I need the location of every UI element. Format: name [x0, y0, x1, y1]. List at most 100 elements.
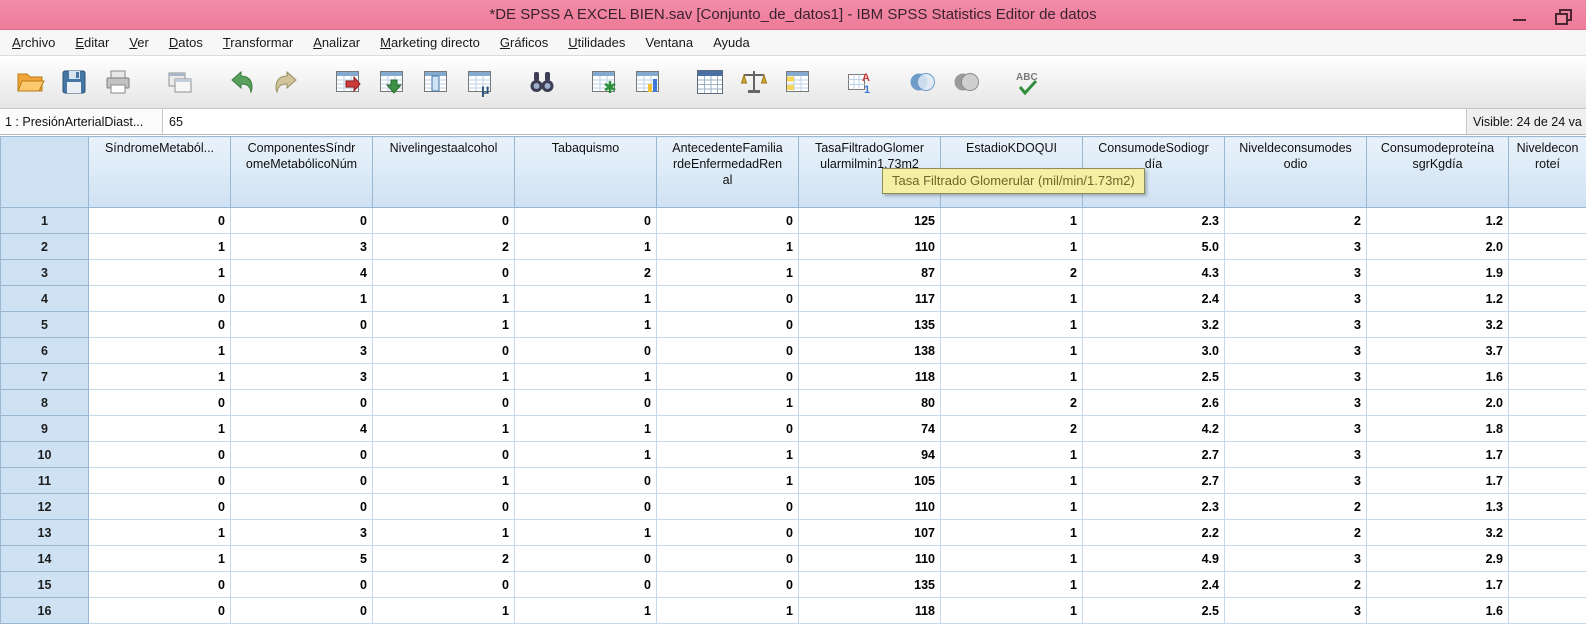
data-cell[interactable]: 0	[514, 545, 657, 572]
data-cell[interactable]: 1	[940, 233, 1083, 260]
data-cell[interactable]: 2.4	[1082, 285, 1225, 312]
data-cell[interactable]: 0	[656, 519, 799, 546]
data-cell[interactable]: 1	[656, 441, 799, 468]
data-cell[interactable]: 2	[372, 545, 515, 572]
data-cell[interactable]: 1	[88, 363, 231, 390]
open-data-icon[interactable]	[8, 60, 52, 104]
data-cell[interactable]	[1508, 363, 1586, 390]
row-number[interactable]: 4	[0, 285, 89, 312]
data-cell[interactable]: 0	[230, 571, 373, 598]
data-cell[interactable]: 2.0	[1366, 389, 1509, 416]
data-cell[interactable]: 1.2	[1366, 285, 1509, 312]
spell-check-icon[interactable]: ABC	[1006, 60, 1050, 104]
data-cell[interactable]: 1	[940, 337, 1083, 364]
data-cell[interactable]: 1	[88, 545, 231, 572]
row-number[interactable]: 12	[0, 493, 89, 520]
data-cell[interactable]: 138	[798, 337, 941, 364]
data-cell[interactable]: 1	[656, 233, 799, 260]
data-cell[interactable]: 1	[940, 207, 1083, 234]
data-cell[interactable]: 1	[372, 467, 515, 494]
data-cell[interactable]: 1	[372, 415, 515, 442]
data-cell[interactable]: 1	[940, 285, 1083, 312]
data-cell[interactable]	[1508, 259, 1586, 286]
data-cell[interactable]: 1	[372, 363, 515, 390]
data-cell[interactable]: 1	[940, 597, 1083, 624]
data-cell[interactable]: 4.9	[1082, 545, 1225, 572]
insert-variable-icon[interactable]	[626, 60, 670, 104]
data-cell[interactable]: 1	[514, 285, 657, 312]
data-cell[interactable]	[1508, 337, 1586, 364]
data-cell[interactable]: 0	[230, 467, 373, 494]
data-cell[interactable]: 2	[372, 233, 515, 260]
data-cell[interactable]: 3	[230, 519, 373, 546]
minimize-button[interactable]	[1502, 3, 1536, 27]
data-cell[interactable]: 0	[372, 207, 515, 234]
data-cell[interactable]: 110	[798, 545, 941, 572]
row-number[interactable]: 8	[0, 389, 89, 416]
data-cell[interactable]: 1.7	[1366, 467, 1509, 494]
data-cell[interactable]: 1	[514, 311, 657, 338]
data-cell[interactable]: 0	[372, 571, 515, 598]
menu-transformar[interactable]: Transformar	[213, 31, 303, 54]
data-cell[interactable]: 3	[1224, 545, 1367, 572]
data-cell[interactable]: 0	[230, 311, 373, 338]
data-cell[interactable]	[1508, 233, 1586, 260]
data-cell[interactable]: 1.8	[1366, 415, 1509, 442]
data-cell[interactable]: 2	[940, 259, 1083, 286]
row-number[interactable]: 3	[0, 259, 89, 286]
data-cell[interactable]: 3	[230, 363, 373, 390]
row-number[interactable]: 1	[0, 207, 89, 234]
goto-variable-icon[interactable]	[370, 60, 414, 104]
data-cell[interactable]: 2.6	[1082, 389, 1225, 416]
data-cell[interactable]	[1508, 415, 1586, 442]
data-cell[interactable]: 0	[372, 441, 515, 468]
row-number[interactable]: 11	[0, 467, 89, 494]
menu-ventana[interactable]: Ventana	[635, 31, 703, 54]
data-cell[interactable]: 1.6	[1366, 363, 1509, 390]
data-cell[interactable]: 1	[940, 441, 1083, 468]
value-labels-icon[interactable]	[776, 60, 820, 104]
data-cell[interactable]: 0	[88, 467, 231, 494]
data-cell[interactable]: 74	[798, 415, 941, 442]
data-cell[interactable]: 2	[1224, 571, 1367, 598]
data-cell[interactable]: 1.7	[1366, 571, 1509, 598]
data-cell[interactable]	[1508, 441, 1586, 468]
data-cell[interactable]: 0	[230, 493, 373, 520]
data-cell[interactable]: 4	[230, 415, 373, 442]
menu-editar[interactable]: Editar	[65, 31, 119, 54]
menu-analizar[interactable]: Analizar	[303, 31, 370, 54]
data-cell[interactable]: 0	[230, 389, 373, 416]
row-number[interactable]: 2	[0, 233, 89, 260]
data-cell[interactable]: 0	[656, 285, 799, 312]
data-cell[interactable]: 0	[514, 337, 657, 364]
column-header-nivelingestaalcohol[interactable]: Nivelingestaalcohol	[372, 136, 515, 208]
data-cell[interactable]: 0	[372, 389, 515, 416]
data-cell[interactable]: 2.4	[1082, 571, 1225, 598]
data-cell[interactable]: 0	[88, 441, 231, 468]
data-cell[interactable]: 0	[88, 311, 231, 338]
data-cell[interactable]: 2	[1224, 493, 1367, 520]
data-cell[interactable]: 1	[230, 285, 373, 312]
data-cell[interactable]: 0	[656, 311, 799, 338]
data-cell[interactable]: 1	[940, 519, 1083, 546]
data-cell[interactable]: 1	[88, 519, 231, 546]
save-icon[interactable]	[52, 60, 96, 104]
data-cell[interactable]: 1	[656, 597, 799, 624]
data-cell[interactable]: 118	[798, 363, 941, 390]
recall-dialogs-icon[interactable]	[158, 60, 202, 104]
row-number[interactable]: 13	[0, 519, 89, 546]
data-cell[interactable]: 0	[88, 389, 231, 416]
data-cell[interactable]: 0	[656, 337, 799, 364]
data-cell[interactable]: 0	[230, 441, 373, 468]
data-cell[interactable]: 1	[940, 363, 1083, 390]
data-cell[interactable]: 0	[372, 259, 515, 286]
data-cell[interactable]: 0	[514, 389, 657, 416]
data-cell[interactable]: 1	[514, 363, 657, 390]
row-number[interactable]: 6	[0, 337, 89, 364]
select-cases-icon[interactable]	[900, 60, 944, 104]
split-file-icon[interactable]	[688, 60, 732, 104]
data-cell[interactable]: 125	[798, 207, 941, 234]
column-header-componentessindromemetaboliconum[interactable]: ComponentesSíndr omeMetabólicoNúm	[230, 136, 373, 208]
data-cell[interactable]: 0	[656, 207, 799, 234]
data-cell[interactable]: 0	[230, 207, 373, 234]
